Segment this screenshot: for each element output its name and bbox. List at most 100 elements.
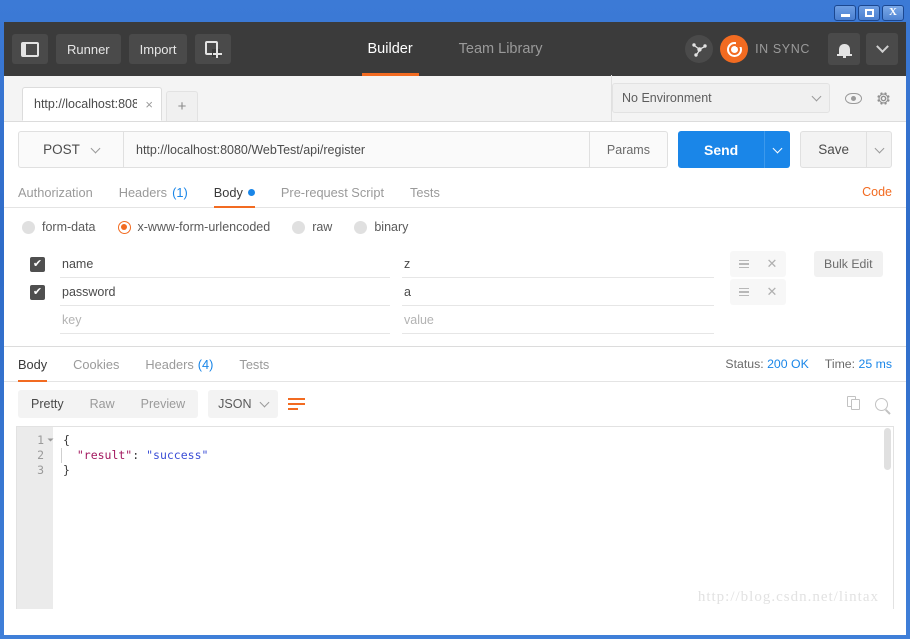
view-mode-preview-label: Preview bbox=[140, 397, 186, 411]
nav-tab-team-library-label: Team Library bbox=[458, 41, 543, 57]
row-description-button[interactable] bbox=[730, 251, 758, 277]
request-tab[interactable]: http://localhost:808 × bbox=[22, 87, 162, 121]
environment-quick-look-button[interactable] bbox=[838, 83, 868, 113]
save-label: Save bbox=[818, 142, 849, 157]
body-modified-dot-icon bbox=[247, 188, 255, 196]
url-input[interactable]: http://localhost:8080/WebTest/api/regist… bbox=[123, 131, 589, 168]
response-format-select[interactable]: JSON bbox=[208, 390, 279, 418]
import-button[interactable]: Import bbox=[128, 34, 188, 64]
list-icon bbox=[739, 259, 749, 269]
sidebar-toggle-button[interactable] bbox=[12, 34, 48, 64]
param-value-input-empty[interactable]: value bbox=[402, 307, 714, 334]
tab-pre-request-script[interactable]: Pre-request Script bbox=[281, 177, 384, 207]
send-button[interactable]: Send bbox=[677, 131, 765, 168]
window-minimize-button[interactable] bbox=[834, 4, 856, 21]
response-tab-headers[interactable]: Headers (4) bbox=[145, 347, 213, 381]
chevron-down-icon bbox=[90, 143, 101, 153]
radio-selected-icon bbox=[117, 220, 131, 234]
copy-icon[interactable] bbox=[847, 396, 861, 412]
params-button[interactable]: Params bbox=[588, 131, 668, 168]
environment-select[interactable]: No Environment bbox=[612, 83, 830, 113]
tab-tests[interactable]: Tests bbox=[410, 177, 440, 207]
body-type-form-data[interactable]: form-data bbox=[22, 220, 96, 234]
bulk-edit-button[interactable]: Bulk Edit bbox=[814, 251, 883, 277]
code-link[interactable]: Code bbox=[862, 177, 892, 207]
send-options-button[interactable] bbox=[764, 131, 791, 168]
word-wrap-icon bbox=[288, 398, 306, 400]
chevron-down-icon bbox=[260, 397, 270, 408]
new-request-button[interactable] bbox=[195, 34, 232, 64]
nav-tab-team-library[interactable]: Team Library bbox=[453, 22, 549, 76]
response-body-scrollbar[interactable] bbox=[883, 428, 892, 608]
response-body-viewer[interactable]: 1 2 3 { "result": "success" } http://blo… bbox=[16, 426, 894, 609]
param-key-input[interactable]: password bbox=[60, 279, 390, 306]
response-tab-cookies[interactable]: Cookies bbox=[73, 347, 119, 381]
body-type-radio-group: form-data x-www-form-urlencoded raw bina… bbox=[4, 208, 906, 246]
param-value-input[interactable]: z bbox=[402, 251, 714, 278]
word-wrap-button[interactable] bbox=[288, 391, 314, 417]
environment-area: No Environment bbox=[611, 75, 906, 121]
table-row: ✔ name z ✕ Bulk Edit bbox=[18, 250, 892, 278]
window-close-button[interactable]: X bbox=[882, 4, 904, 21]
account-menu-button[interactable] bbox=[866, 33, 898, 65]
time-badge: Time: 25 ms bbox=[825, 357, 892, 371]
environment-settings-button[interactable] bbox=[868, 83, 898, 113]
param-value-placeholder: value bbox=[404, 312, 434, 327]
eye-icon bbox=[844, 92, 862, 104]
body-type-binary[interactable]: binary bbox=[354, 220, 408, 234]
row-delete-button[interactable]: ✕ bbox=[758, 279, 786, 305]
window-maximize-button[interactable] bbox=[858, 4, 880, 21]
row-enabled-checkbox[interactable]: ✔ bbox=[30, 284, 45, 300]
response-body-code[interactable]: { "result": "success" } bbox=[53, 427, 893, 609]
view-mode-raw[interactable]: Raw bbox=[77, 390, 128, 418]
row-actions: ✕ bbox=[730, 251, 786, 277]
code-link-label: Code bbox=[862, 185, 892, 199]
view-mode-preview[interactable]: Preview bbox=[128, 390, 198, 418]
save-button[interactable]: Save bbox=[800, 131, 866, 168]
tab-authorization[interactable]: Authorization bbox=[18, 177, 93, 207]
radio-icon bbox=[22, 220, 35, 234]
view-mode-raw-label: Raw bbox=[89, 397, 115, 411]
tab-headers[interactable]: Headers (1) bbox=[119, 177, 188, 207]
time-label: Time: bbox=[824, 357, 856, 371]
tab-headers-label: Headers bbox=[118, 184, 168, 200]
close-icon[interactable]: × bbox=[145, 97, 153, 112]
notifications-button[interactable] bbox=[828, 33, 860, 65]
tab-body[interactable]: Body bbox=[213, 177, 256, 208]
search-icon[interactable] bbox=[875, 397, 888, 411]
window-titlebar: X bbox=[4, 3, 906, 22]
line-number: 3 bbox=[37, 463, 44, 477]
code-line: { bbox=[63, 433, 70, 447]
response-tab-tests[interactable]: Tests bbox=[239, 347, 269, 381]
param-key-input[interactable]: name bbox=[60, 251, 390, 278]
body-type-urlencoded-label: x-www-form-urlencoded bbox=[137, 220, 271, 234]
code-line: } bbox=[63, 463, 70, 477]
status-badge: Status: 200 OK bbox=[725, 357, 808, 371]
view-mode-pretty[interactable]: Pretty bbox=[18, 390, 77, 418]
row-description-button[interactable] bbox=[730, 279, 758, 305]
nav-tab-builder[interactable]: Builder bbox=[361, 22, 419, 76]
line-number-gutter: 1 2 3 bbox=[17, 427, 54, 609]
response-tab-body[interactable]: Body bbox=[18, 347, 48, 382]
row-enabled-checkbox[interactable]: ✔ bbox=[30, 256, 45, 272]
body-type-urlencoded[interactable]: x-www-form-urlencoded bbox=[117, 220, 271, 234]
http-method-select[interactable]: POST bbox=[18, 131, 123, 168]
scrollbar-thumb[interactable] bbox=[884, 428, 891, 470]
param-value-input[interactable]: a bbox=[402, 279, 714, 306]
sync-status-icon[interactable] bbox=[720, 35, 749, 63]
response-format-value: JSON bbox=[218, 397, 252, 411]
add-tab-button[interactable]: + bbox=[166, 91, 198, 121]
atom-icon[interactable] bbox=[685, 35, 714, 63]
param-key-value: name bbox=[62, 256, 94, 271]
request-tab-label: http://localhost:808 bbox=[34, 97, 138, 111]
app-window: X Runner Import Builder Team Library IN … bbox=[0, 0, 910, 639]
nav-tab-builder-label: Builder bbox=[367, 41, 413, 57]
request-url-row: POST http://localhost:8080/WebTest/api/r… bbox=[4, 122, 906, 177]
param-key-input-empty[interactable]: key bbox=[60, 307, 390, 334]
table-row-empty: key value bbox=[18, 306, 892, 334]
row-delete-button[interactable]: ✕ bbox=[758, 251, 786, 277]
code-line: "result": "success" bbox=[63, 448, 209, 462]
body-type-raw[interactable]: raw bbox=[292, 220, 332, 234]
save-options-button[interactable] bbox=[866, 131, 892, 168]
runner-button[interactable]: Runner bbox=[56, 34, 121, 64]
